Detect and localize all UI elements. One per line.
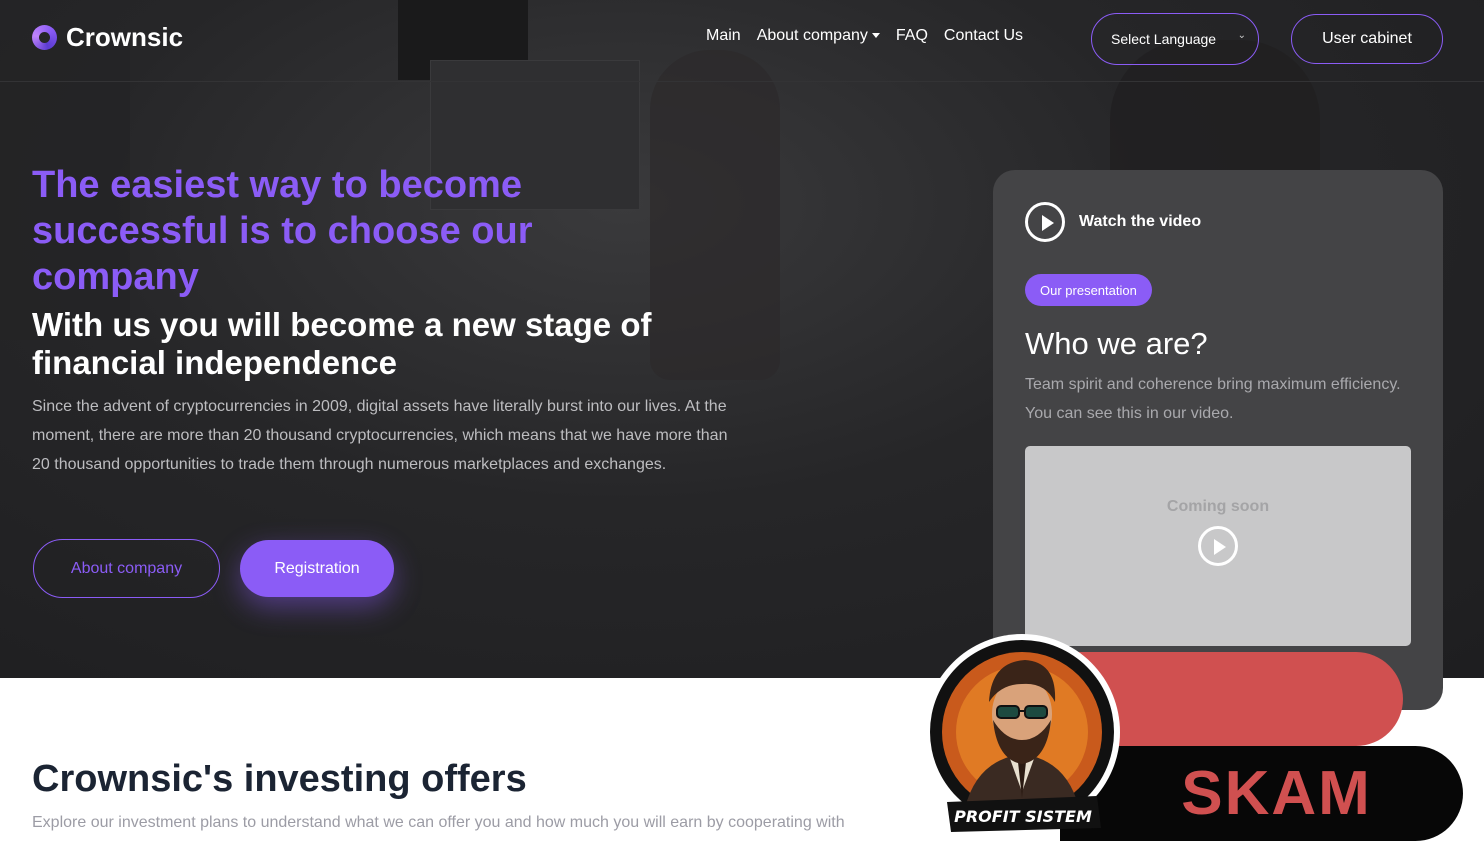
hero-title: The easiest way to become successful is … <box>32 164 533 298</box>
nav-faq[interactable]: FAQ <box>896 27 928 45</box>
badge-caption: PROFIT SISTEM <box>954 807 1092 826</box>
offers-title: Crownsic's investing offers <box>32 758 527 800</box>
offers-description: Explore our investment plans to understa… <box>32 814 845 831</box>
hero-subtitle: With us you will become a new stage of f… <box>32 306 652 381</box>
watch-video-label: Watch the video <box>1079 213 1202 230</box>
nav-about-company[interactable]: About company <box>757 27 880 45</box>
play-icon[interactable] <box>1198 526 1238 566</box>
who-we-are-text: Team spirit and coherence bring maximum … <box>1025 376 1401 422</box>
language-select-label: Select Language <box>1111 31 1217 47</box>
coming-soon-label: Coming soon <box>1166 498 1270 515</box>
registration-button[interactable]: Registration <box>240 540 394 597</box>
logo-text: Crownsic <box>66 22 184 52</box>
nav-main[interactable]: Main <box>706 27 741 45</box>
crown-logo-icon <box>32 25 57 50</box>
nav-contact-us[interactable]: Contact Us <box>944 27 1023 45</box>
header-divider <box>0 81 1484 82</box>
language-select[interactable]: Select Language ⌄ <box>1091 13 1259 65</box>
logo[interactable]: Crownsic <box>32 22 183 53</box>
hero-description: Since the advent of cryptocurrencies in … <box>32 398 728 473</box>
chevron-down-icon: ⌄ <box>1237 30 1246 41</box>
caret-down-icon <box>871 33 880 39</box>
user-cabinet-button[interactable]: User cabinet <box>1291 14 1443 64</box>
scam-label: SKAM <box>1181 759 1372 828</box>
nav-about-label: About company <box>756 27 868 44</box>
play-icon <box>1025 202 1065 242</box>
video-card: Watch the video Our presentation Who we … <box>993 170 1443 710</box>
main-nav: Main About company FAQ Contact Us <box>706 27 1023 45</box>
about-company-button[interactable]: About company <box>33 539 220 598</box>
watch-video-link[interactable]: Watch the video <box>1025 202 1201 242</box>
who-we-are-heading: Who we are? <box>1025 326 1208 361</box>
video-player[interactable]: Coming soon <box>1025 446 1411 646</box>
presentation-badge: Our presentation <box>1025 274 1152 306</box>
profit-sistem-badge-icon: PROFIT SISTEM <box>924 634 1120 832</box>
